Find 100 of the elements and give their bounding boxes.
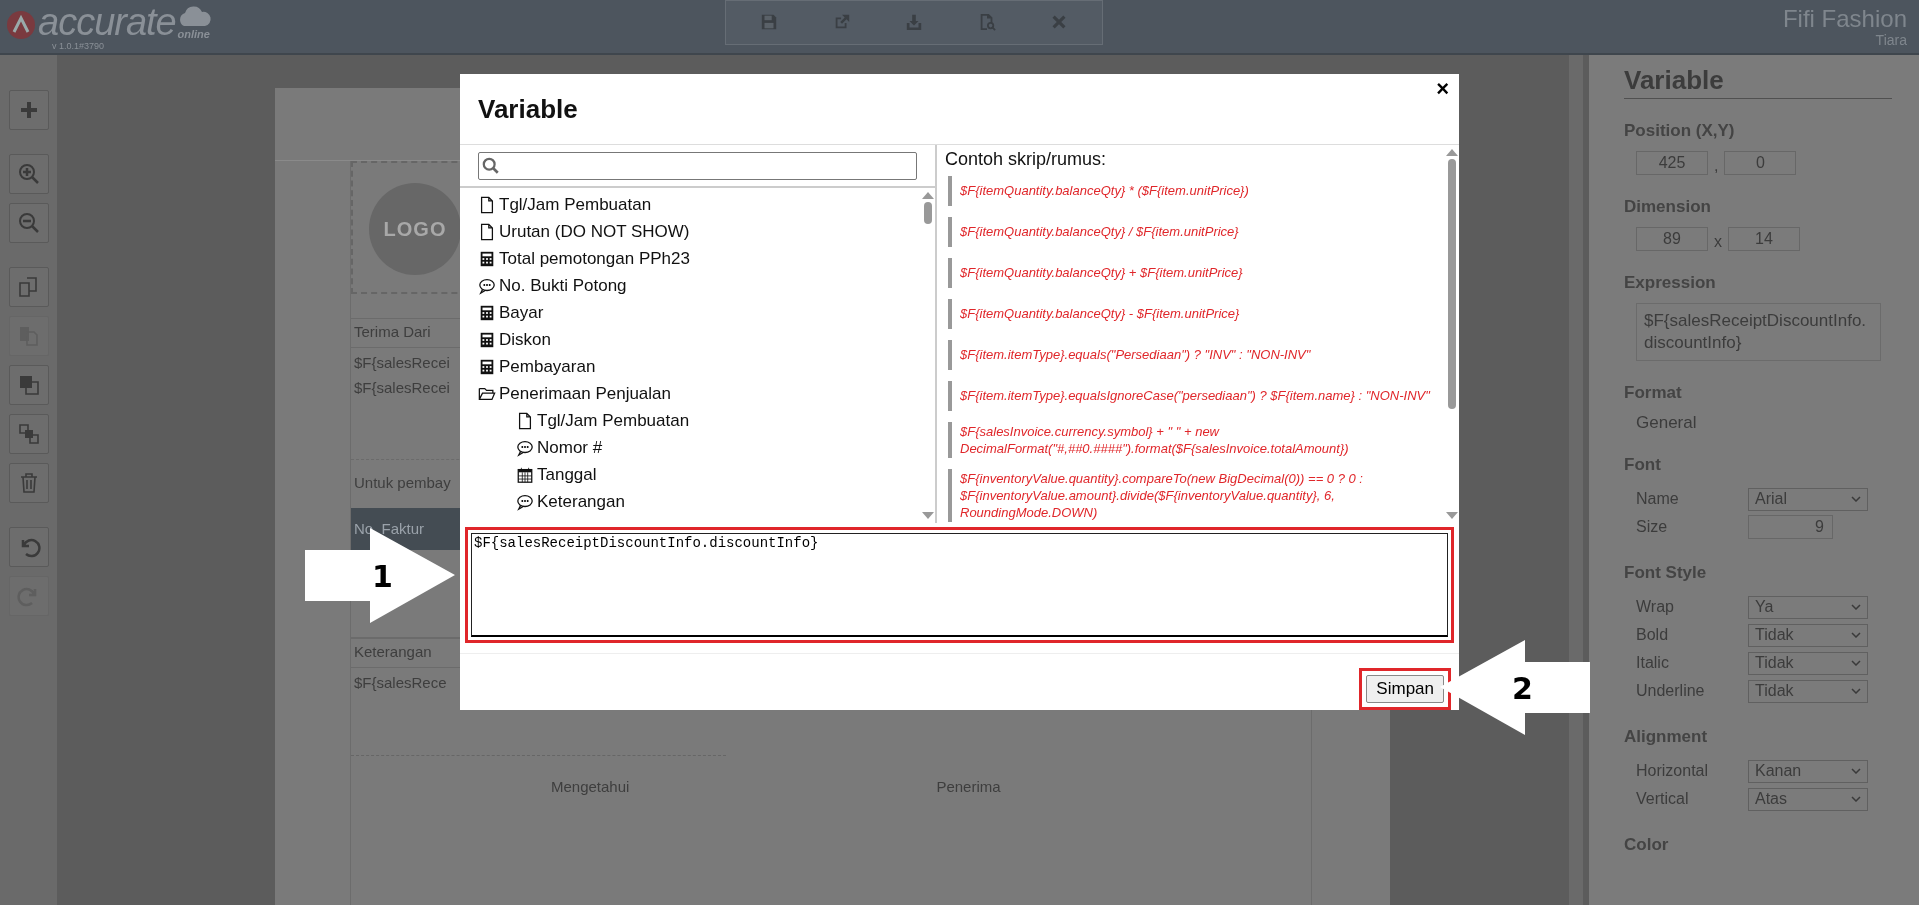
section-heading: Alignment (1624, 727, 1709, 747)
field-expression: $F{salesRecei (354, 379, 451, 396)
dropdown[interactable]: Atas (1748, 787, 1868, 811)
number-field[interactable]: 425 (1636, 151, 1708, 175)
chevron-icon (1851, 496, 1861, 502)
calendar-icon (516, 466, 534, 485)
property-label: Vertical (1636, 790, 1690, 808)
property-label: Bold (1636, 626, 1670, 644)
calculator-icon (478, 331, 496, 350)
expression-field[interactable]: $F{salesReceiptDiscountInfo.discountInfo} (471, 532, 1448, 637)
bring-front-button[interactable] (8, 365, 49, 405)
panel-title: Variable (1624, 55, 1892, 99)
property-label: Underline (1636, 682, 1706, 700)
example-formula[interactable]: $F{item.itemType}.equalsIgnoreCase("persediaan") ? $F{item.name} : "NON-INV" (948, 380, 1439, 411)
callout-number: 1 (372, 559, 393, 594)
number-field[interactable]: 9 (1748, 515, 1833, 539)
section-heading: Expression (1624, 273, 1717, 293)
field-expression: $F{salesRece (354, 674, 447, 691)
send-back-button[interactable] (8, 414, 49, 454)
calculator-icon (478, 358, 496, 377)
file-icon (478, 223, 496, 242)
undo-button[interactable] (8, 527, 49, 567)
chevron-icon (1851, 604, 1861, 610)
plus-button[interactable] (8, 90, 49, 130)
dropdown[interactable]: Kanan (1748, 759, 1868, 783)
variable-item[interactable]: Total pemotongan PPh23 (478, 245, 921, 273)
format-value: General (1635, 413, 1698, 433)
variable-item[interactable]: Nomor # (478, 434, 921, 462)
chevron-icon (1851, 688, 1861, 694)
download-icon (905, 13, 923, 31)
save-icon (760, 13, 778, 31)
property-label: Horizontal (1636, 762, 1710, 780)
dialog-title: Variable (478, 94, 578, 125)
section-heading: Format (1624, 383, 1683, 403)
example-formula[interactable]: $F{inventoryValue.quantity}.compareTo(new BigDecimal(0)) == 0 ? 0 : $F{inventoryValue.amount}.divide($F{inventoryValue.quantity}, 6, RoundingMode.DOWN) (948, 468, 1439, 522)
trash-button[interactable] (8, 463, 49, 503)
file-icon (516, 412, 534, 431)
variable-item[interactable]: Diskon (478, 326, 921, 354)
app-logo-text: accurate (38, 2, 176, 42)
section-heading: Font Style (1624, 563, 1708, 583)
example-formula[interactable]: $F{item.itemType}.equals("Persediaan") ? "INV" : "NON-INV" (948, 339, 1439, 370)
field-label: Keterangan (354, 643, 432, 660)
close-icon (1050, 13, 1068, 31)
expression-field[interactable]: $F{salesReceiptDiscountInfo.discountInfo} (1636, 303, 1881, 361)
field-label: Terima Dari (354, 323, 431, 340)
signature-label: Mengetahui (551, 778, 630, 795)
dropdown[interactable]: Tidak (1748, 623, 1868, 647)
speech-bubble-icon (516, 493, 534, 512)
section-heading: Dimension (1624, 197, 1712, 217)
number-field[interactable]: 0 (1724, 151, 1797, 175)
variable-item[interactable]: Tanggal (478, 461, 921, 489)
example-formula[interactable]: $F{salesInvoice.currency.symbol} + " " + new DecimalFormat("#,##0.####").format($F{salesInvoice.totalAmount}) (948, 421, 1439, 458)
example-formula[interactable]: $F{itemQuantity.balanceQty} / $F{item.unitPrice} (948, 216, 1439, 247)
example-formula[interactable]: $F{itemQuantity.balanceQty} + $F{item.unitPrice} (948, 257, 1439, 288)
zoom-in-icon (16, 162, 41, 186)
save-button[interactable]: Simpan (1366, 675, 1444, 703)
callout-number: 2 (1512, 671, 1533, 706)
logo-text: LOGO (383, 217, 447, 241)
send-back-icon (16, 422, 41, 446)
zoom-in-button[interactable] (8, 154, 49, 194)
chevron-icon (1851, 796, 1861, 802)
variable-item[interactable]: Bayar (478, 299, 921, 327)
property-label: Name (1636, 490, 1680, 508)
chevron-icon (1851, 768, 1861, 774)
speech-bubble-icon (478, 277, 496, 296)
close-button[interactable]: × (1432, 76, 1453, 102)
variable-item[interactable]: No. Bukti Potong (478, 272, 921, 300)
scrollbar[interactable] (1569, 55, 1583, 905)
calculator-icon (478, 304, 496, 323)
dropdown[interactable]: Tidak (1748, 651, 1868, 675)
search-field[interactable] (478, 151, 917, 180)
example-formula[interactable]: $F{itemQuantity.balanceQty} * ($F{item.unitPrice}) (948, 175, 1439, 206)
variable-item[interactable]: Tgl/Jam Pembuatan (478, 407, 921, 435)
section-heading: Font (1624, 455, 1662, 475)
chevron-icon (1851, 660, 1861, 666)
logo-subtitle: online (177, 28, 210, 40)
file-icon (478, 196, 496, 215)
speech-bubble-icon (516, 439, 534, 458)
dropdown[interactable]: Ya (1748, 595, 1868, 619)
field-label: Untuk pembay (354, 474, 451, 491)
dropdown[interactable]: Arial (1748, 487, 1868, 511)
field-expression: $F{salesRecei (354, 354, 451, 371)
variable-item[interactable]: Penerimaan Penjualan (478, 380, 921, 408)
example-formula[interactable]: $F{itemQuantity.balanceQty} - $F{item.unitPrice} (948, 298, 1439, 329)
variable-item[interactable]: Tgl/Jam Pembuatan (478, 191, 921, 219)
separator-text: , (1714, 157, 1719, 175)
variable-item[interactable]: Pembayaran (478, 353, 921, 381)
property-label: Wrap (1636, 598, 1675, 616)
signature-label: Penerima (936, 778, 1001, 795)
zoom-out-button[interactable] (8, 203, 49, 243)
examples-heading: Contoh skrip/rumus: (945, 148, 1108, 170)
number-field[interactable]: 89 (1636, 227, 1708, 251)
copy-button[interactable] (8, 267, 49, 307)
variable-item[interactable]: Urutan (DO NOT SHOW) (478, 218, 921, 246)
calculator-icon (478, 250, 496, 269)
logo-icon (6, 10, 36, 40)
dropdown[interactable]: Tidak (1748, 679, 1868, 703)
property-label: Size (1636, 518, 1669, 536)
number-field[interactable]: 14 (1728, 227, 1800, 251)
chevron-icon (1851, 632, 1861, 638)
